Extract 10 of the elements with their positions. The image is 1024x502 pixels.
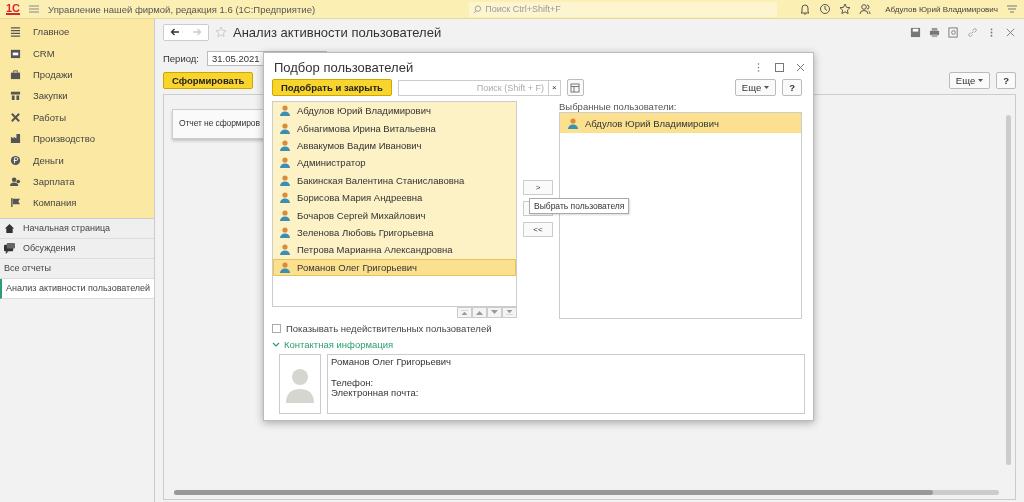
checkbox-label: Показывать недействительных пользователей (286, 323, 492, 334)
phone-label: Телефон: (331, 377, 375, 388)
email-label: Электронная почта: (331, 388, 420, 399)
tooltip: Выбрать пользователя (529, 198, 630, 214)
logo: 1С (6, 3, 21, 15)
form-title: Анализ активности пользователей (233, 24, 443, 40)
app-title: Управление нашей фирмой, редакция 1.6 (1С:Предприятие) (48, 3, 317, 15)
period-label: Период: (163, 53, 199, 64)
selected-users-label: Выбранные пользователи: (559, 101, 678, 112)
contact-name: Романов Олег Григорьевич (331, 357, 452, 368)
